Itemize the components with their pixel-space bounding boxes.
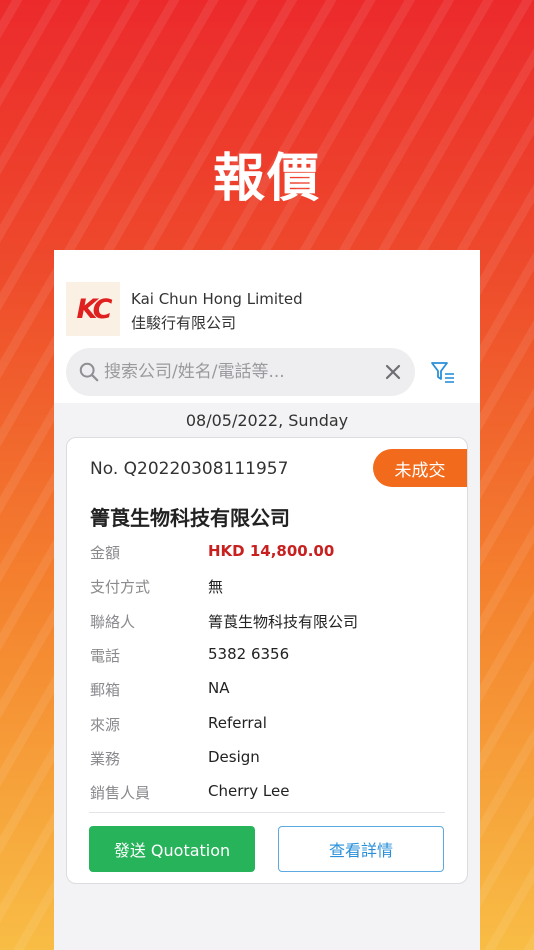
field-value: 5382 6356 (208, 645, 290, 663)
field-value: Referral (208, 714, 267, 732)
field-value: 無 (208, 578, 224, 596)
quotation-number: No. Q20220308111957 (90, 459, 289, 479)
send-quotation-button[interactable]: 發送 Quotation (89, 826, 255, 872)
company-name-en: Kai Chun Hong Limited (131, 290, 303, 308)
field-value: 箐莨生物科技有限公司 (208, 613, 359, 631)
field-label: 電話 (90, 647, 121, 665)
client-name: 箐莨生物科技有限公司 (90, 506, 290, 530)
field-label: 郵箱 (90, 681, 121, 699)
field-label: 業務 (90, 750, 121, 768)
phone-screen: KC Kai Chun Hong Limited 佳駿行有限公司 08/05/2… (54, 250, 480, 950)
search-input[interactable] (104, 362, 383, 382)
field-value: Design (208, 748, 260, 766)
field-label: 聯絡人 (90, 613, 136, 631)
field-value: NA (208, 679, 230, 697)
company-logo: KC (66, 282, 120, 336)
field-label: 銷售人員 (90, 784, 151, 802)
clear-icon[interactable] (383, 362, 403, 382)
search-icon (79, 362, 99, 382)
card-divider (89, 812, 445, 813)
logo-text: KC (76, 293, 112, 325)
app-header: KC Kai Chun Hong Limited 佳駿行有限公司 (54, 250, 480, 403)
filter-icon[interactable] (430, 360, 456, 384)
hero-title: 報價 (212, 149, 321, 209)
field-label: 來源 (90, 716, 121, 734)
amount-value: HKD 14,800.00 (208, 542, 335, 560)
view-details-button[interactable]: 查看詳情 (278, 826, 444, 872)
date-group-header: 08/05/2022, Sunday (185, 411, 349, 430)
quotation-card[interactable]: No. Q20220308111957 未成交 箐莨生物科技有限公司 金額 HK… (66, 437, 468, 884)
field-label: 金額 (90, 544, 121, 562)
status-badge: 未成交 (373, 449, 467, 487)
company-name-zh: 佳駿行有限公司 (131, 314, 237, 332)
search-bar[interactable] (66, 348, 415, 396)
field-value: Cherry Lee (208, 782, 290, 800)
field-label: 支付方式 (90, 578, 151, 596)
